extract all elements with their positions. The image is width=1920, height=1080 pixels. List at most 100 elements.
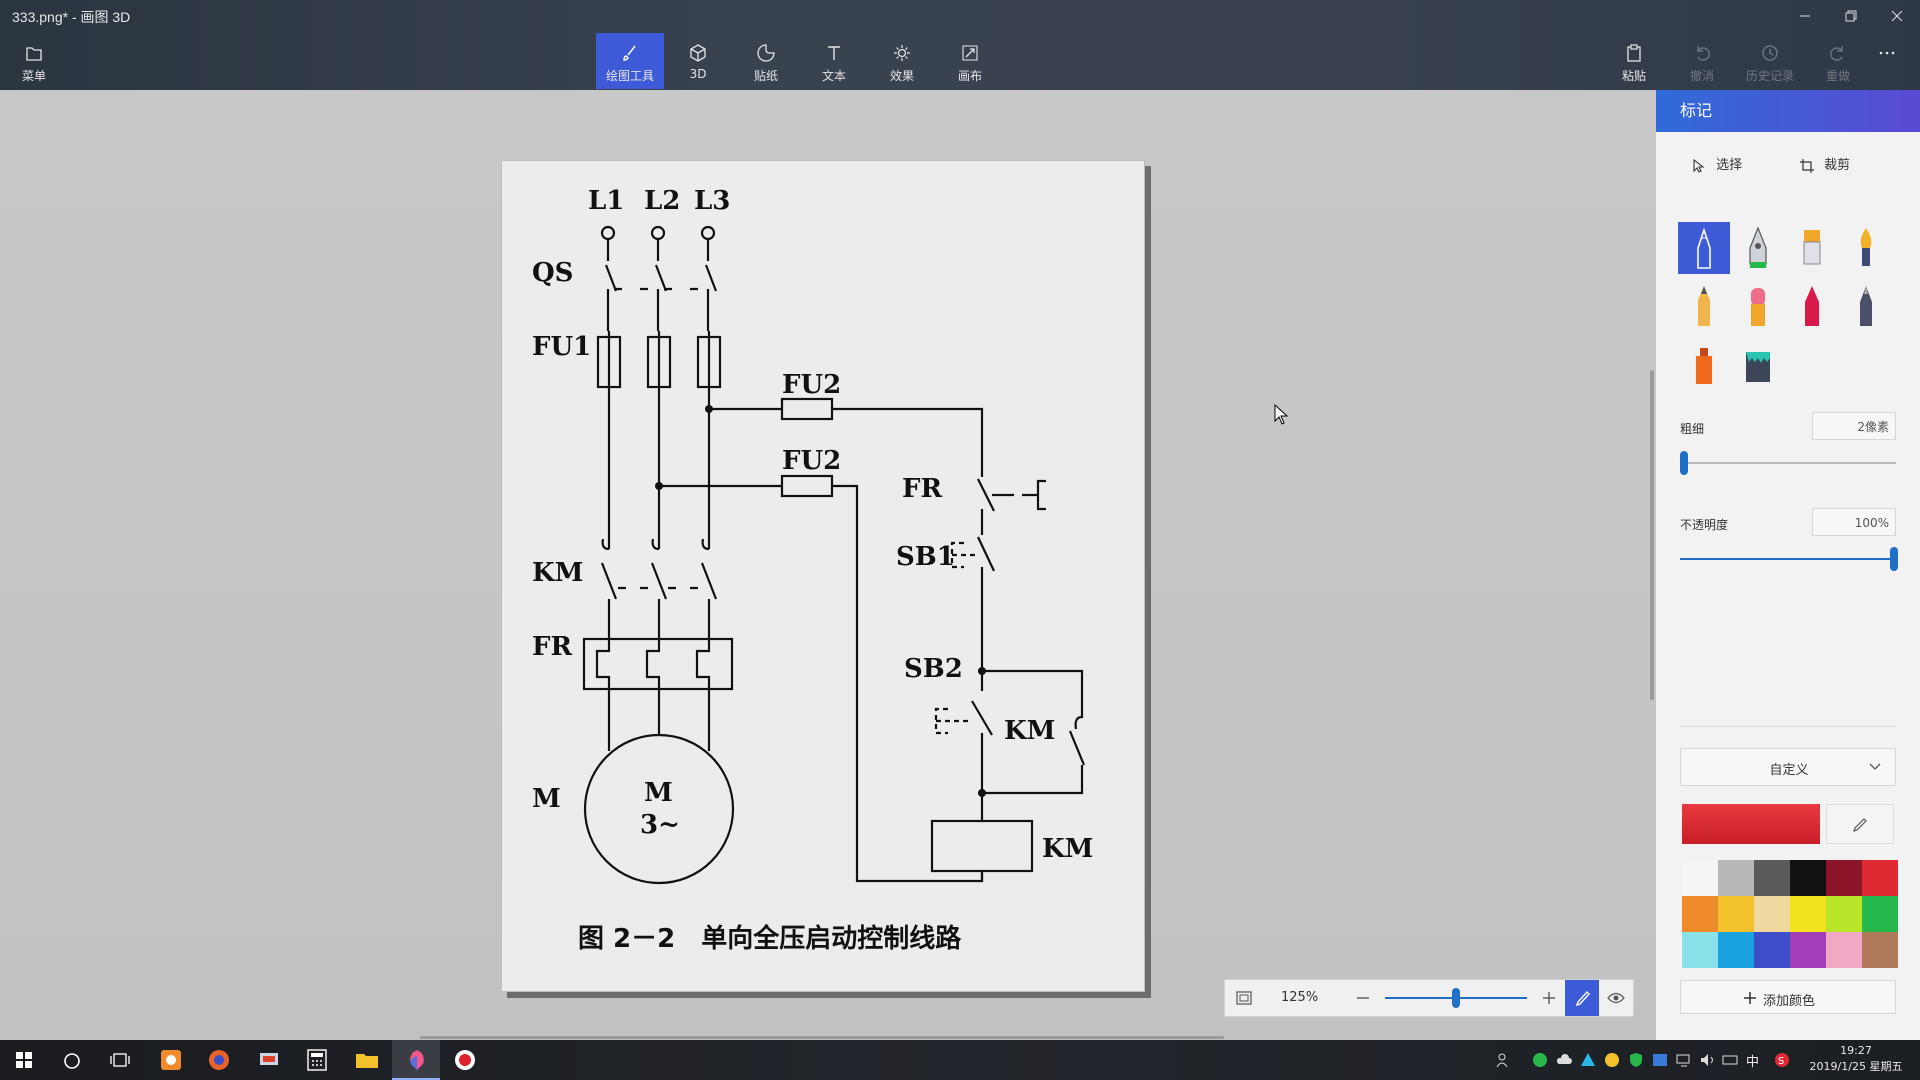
taskbar-paint3d[interactable] bbox=[392, 1040, 440, 1080]
opacity-slider[interactable] bbox=[1680, 558, 1896, 560]
palette-swatch[interactable] bbox=[1862, 896, 1898, 932]
palette-swatch[interactable] bbox=[1826, 896, 1862, 932]
brush-pixel-pen[interactable] bbox=[1840, 280, 1892, 332]
vertical-scrollbar[interactable] bbox=[1650, 370, 1654, 700]
thickness-slider[interactable] bbox=[1680, 462, 1896, 464]
sogou-icon[interactable]: S bbox=[1774, 1052, 1790, 1068]
palette-swatch[interactable] bbox=[1754, 860, 1790, 896]
thickness-input[interactable]: 2像素 bbox=[1812, 412, 1896, 440]
more-button[interactable] bbox=[1862, 33, 1912, 89]
zoom-bar: 125% bbox=[1224, 979, 1634, 1017]
cube-icon bbox=[690, 44, 706, 62]
color-mode-dropdown[interactable]: 自定义 bbox=[1680, 748, 1896, 786]
more-icon bbox=[1879, 51, 1895, 55]
shield-icon[interactable] bbox=[1628, 1052, 1644, 1068]
brush-spray[interactable] bbox=[1678, 338, 1730, 390]
paste-button[interactable]: 粘贴 bbox=[1600, 33, 1668, 89]
brush-marker[interactable] bbox=[1678, 222, 1730, 274]
zoom-slider-thumb[interactable] bbox=[1452, 988, 1460, 1008]
plus-icon bbox=[1744, 992, 1756, 1004]
taskbar-recorder[interactable] bbox=[440, 1040, 488, 1080]
volume-icon[interactable] bbox=[1700, 1052, 1716, 1068]
select-button[interactable]: 选择 bbox=[1692, 154, 1742, 173]
tab-brushes[interactable]: 绘图工具 bbox=[596, 33, 664, 89]
palette-swatch[interactable] bbox=[1718, 932, 1754, 968]
start-button[interactable] bbox=[0, 1040, 48, 1080]
people-icon[interactable] bbox=[1496, 1052, 1512, 1068]
horizontal-scrollbar[interactable] bbox=[420, 1036, 1224, 1039]
pen-mode-button[interactable] bbox=[1565, 980, 1599, 1016]
brush-oil[interactable] bbox=[1786, 222, 1838, 274]
tray-green-icon[interactable] bbox=[1532, 1052, 1548, 1068]
clock[interactable]: 19:27 2019/1/25 星期五 bbox=[1796, 1043, 1916, 1075]
palette-swatch[interactable] bbox=[1682, 932, 1718, 968]
tray-app-icon[interactable] bbox=[1652, 1052, 1668, 1068]
terminal-l1 bbox=[600, 225, 616, 241]
menu-button[interactable]: 菜单 bbox=[0, 33, 68, 89]
palette-swatch[interactable] bbox=[1682, 896, 1718, 932]
add-color-button[interactable]: 添加颜色 bbox=[1680, 980, 1896, 1014]
zoom-in-icon[interactable] bbox=[1541, 990, 1557, 1006]
brush-eraser[interactable] bbox=[1732, 280, 1784, 332]
label-fr-ctrl: FR bbox=[902, 474, 942, 504]
palette-swatch[interactable] bbox=[1826, 860, 1862, 896]
tab-text[interactable]: 文本 bbox=[800, 33, 868, 89]
palette-swatch[interactable] bbox=[1826, 932, 1862, 968]
close-button[interactable] bbox=[1874, 4, 1920, 30]
menu-label: 菜单 bbox=[21, 69, 46, 83]
undo-button[interactable]: 撤消 bbox=[1668, 33, 1736, 89]
palette-swatch[interactable] bbox=[1790, 932, 1826, 968]
terminal-l2 bbox=[650, 225, 666, 241]
brush-watercolor[interactable] bbox=[1840, 222, 1892, 274]
tray-yellow-icon[interactable] bbox=[1604, 1052, 1620, 1068]
brush-fill[interactable] bbox=[1732, 338, 1784, 390]
brush-crayon[interactable] bbox=[1786, 280, 1838, 332]
palette-swatch[interactable] bbox=[1754, 896, 1790, 932]
minimize-button[interactable] bbox=[1782, 4, 1828, 30]
tab-stickers[interactable]: 贴纸 bbox=[732, 33, 800, 89]
history-button[interactable]: 历史记录 bbox=[1736, 33, 1804, 89]
crop-button[interactable]: 裁剪 bbox=[1800, 154, 1850, 173]
tab-canvas[interactable]: 画布 bbox=[936, 33, 1004, 89]
firefox-icon bbox=[209, 1050, 229, 1070]
restore-button[interactable] bbox=[1828, 4, 1874, 30]
brush-calligraphy[interactable] bbox=[1732, 222, 1784, 274]
zoom-out-icon[interactable] bbox=[1355, 990, 1371, 1006]
network-icon[interactable] bbox=[1676, 1052, 1692, 1068]
fit-to-window-icon[interactable] bbox=[1235, 989, 1253, 1007]
eyedropper-button[interactable] bbox=[1826, 804, 1894, 844]
keyboard-icon[interactable] bbox=[1722, 1052, 1738, 1068]
taskbar-app-1[interactable] bbox=[146, 1040, 194, 1080]
taskbar-app-3[interactable] bbox=[244, 1040, 292, 1080]
tab-effects[interactable]: 效果 bbox=[868, 33, 936, 89]
cortana-icon bbox=[64, 1053, 80, 1069]
palette-swatch[interactable] bbox=[1790, 896, 1826, 932]
zoom-value: 125% bbox=[1281, 990, 1319, 1005]
thickness-slider-thumb[interactable] bbox=[1680, 451, 1688, 475]
ime-indicator[interactable]: 中 bbox=[1746, 1051, 1759, 1070]
opacity-input[interactable]: 100% bbox=[1812, 508, 1896, 536]
oil-brush-icon bbox=[1803, 230, 1821, 265]
calculator-icon bbox=[307, 1049, 327, 1071]
palette-swatch[interactable] bbox=[1790, 860, 1826, 896]
palette-swatch[interactable] bbox=[1862, 932, 1898, 968]
current-color-swatch[interactable] bbox=[1682, 804, 1820, 844]
palette-swatch[interactable] bbox=[1718, 896, 1754, 932]
label-qs: QS bbox=[532, 258, 573, 288]
tray-blue-icon[interactable] bbox=[1580, 1052, 1596, 1068]
task-view-button[interactable] bbox=[96, 1040, 144, 1080]
palette-swatch[interactable] bbox=[1682, 860, 1718, 896]
search-button[interactable] bbox=[48, 1040, 96, 1080]
brush-pencil[interactable] bbox=[1678, 280, 1730, 332]
tab-3d[interactable]: 3D bbox=[664, 33, 732, 89]
taskbar-firefox[interactable] bbox=[194, 1040, 242, 1080]
image-canvas[interactable]: L1 L2 L3 QS FU1 FU2 FU2 KM FR M M 3~ FR … bbox=[501, 160, 1145, 992]
taskbar-calculator[interactable] bbox=[292, 1040, 340, 1080]
palette-swatch[interactable] bbox=[1718, 860, 1754, 896]
cloud-icon[interactable] bbox=[1556, 1052, 1572, 1068]
eye-icon[interactable] bbox=[1607, 990, 1625, 1006]
palette-swatch[interactable] bbox=[1862, 860, 1898, 896]
palette-swatch[interactable] bbox=[1754, 932, 1790, 968]
opacity-slider-thumb[interactable] bbox=[1890, 547, 1898, 571]
taskbar-file-explorer[interactable] bbox=[342, 1040, 390, 1080]
